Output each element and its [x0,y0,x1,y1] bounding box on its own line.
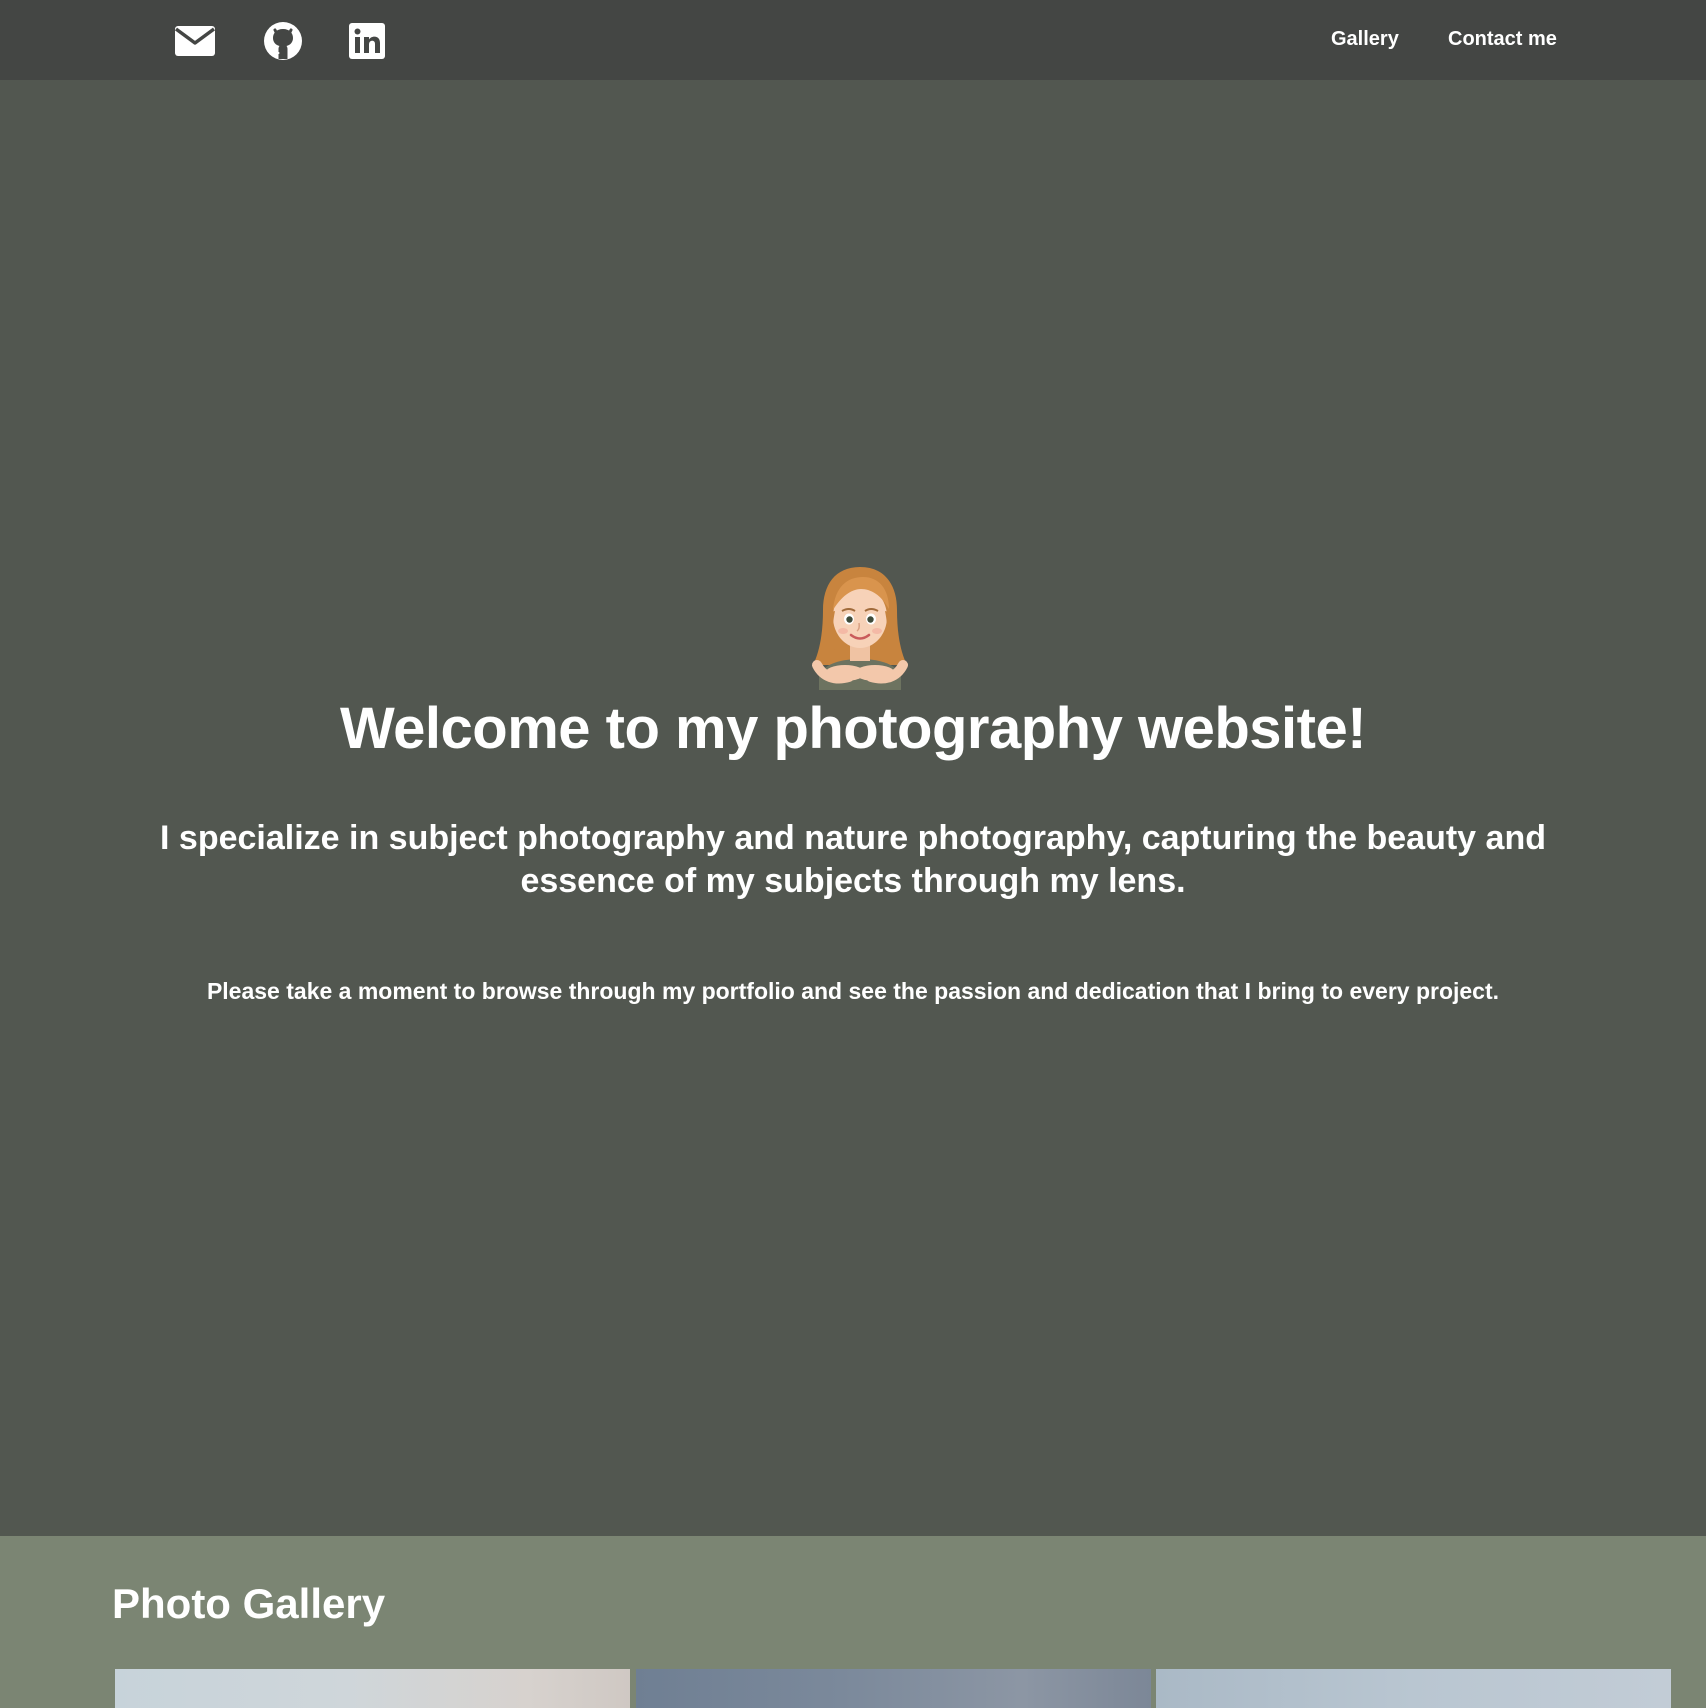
hero-note: Please take a moment to browse through m… [206,978,1500,1004]
hero-title: Welcome to my photography website! [339,696,1367,761]
hero-subtitle: I specialize in subject photography and … [160,819,1546,900]
nav-contact-link[interactable]: Contact me [1448,28,1557,51]
gallery-photo-2[interactable] [636,1669,1151,1708]
navbar: Gallery Contact me [0,0,1706,80]
nav-gallery-link[interactable]: Gallery [1331,28,1399,51]
hero-section [0,80,1706,1536]
gallery-section: Photo Gallery [0,1536,1706,1708]
linkedin-icon [346,20,388,62]
linkedin-link[interactable] [346,20,388,62]
memoji-avatar [805,565,915,690]
gallery-title: Photo Gallery [112,1580,386,1627]
gallery-photo-3[interactable] [1156,1669,1671,1708]
gallery-photo-1[interactable] [115,1669,630,1708]
github-icon [262,20,304,62]
github-link[interactable] [262,20,304,62]
envelope-icon [174,20,216,62]
email-link[interactable] [174,20,216,62]
